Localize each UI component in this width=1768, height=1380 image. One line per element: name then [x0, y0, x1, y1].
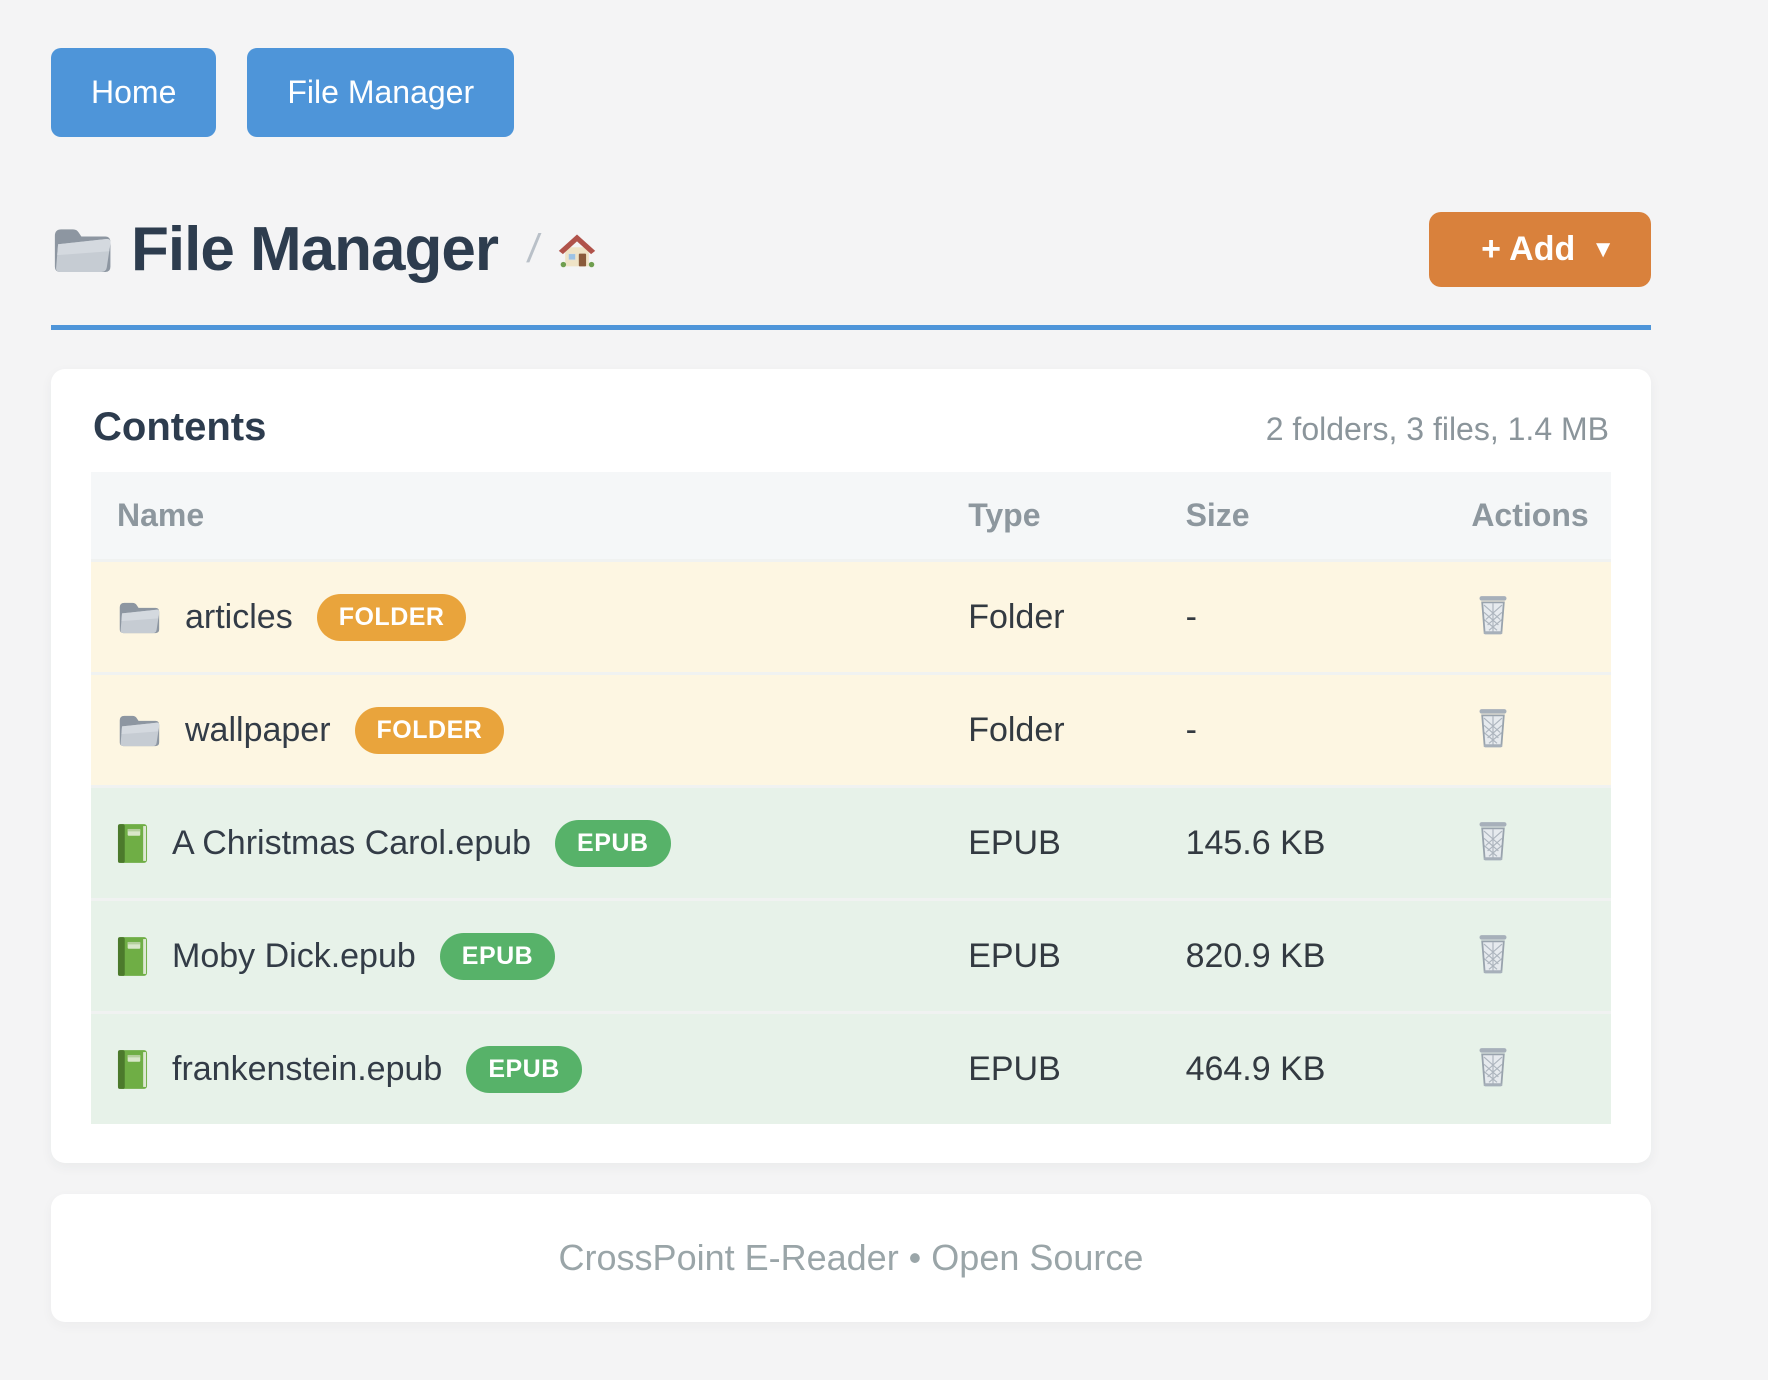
page-title: File Manager	[131, 214, 498, 285]
folder-icon	[117, 599, 161, 636]
contents-card: Contents 2 folders, 3 files, 1.4 MB Name…	[51, 369, 1651, 1163]
type-cell: Folder	[942, 561, 1159, 674]
contents-summary: 2 folders, 3 files, 1.4 MB	[1266, 411, 1609, 448]
size-cell: 464.9 KB	[1160, 1013, 1446, 1125]
table-row[interactable]: A Christmas Carol.epub EPUB EPUB 145.6 K…	[91, 787, 1611, 900]
folder-icon	[117, 712, 161, 749]
table-header-row: Name Type Size Actions	[91, 472, 1611, 561]
breadcrumb-separator: /	[525, 227, 542, 272]
size-cell: -	[1160, 561, 1446, 674]
trash-icon	[1475, 932, 1511, 976]
table-row[interactable]: frankenstein.epub EPUB EPUB 464.9 KB	[91, 1013, 1611, 1125]
title-underline	[51, 325, 1651, 330]
file-name: A Christmas Carol.epub	[172, 824, 531, 863]
page-header: File Manager / + Add ▼	[51, 207, 1651, 292]
table-row[interactable]: Moby Dick.epub EPUB EPUB 820.9 KB	[91, 900, 1611, 1013]
type-badge: FOLDER	[317, 594, 467, 641]
size-cell: -	[1160, 674, 1446, 787]
nav-file-manager-button[interactable]: File Manager	[247, 48, 514, 137]
file-manager-page: Home File Manager File Manager / + Add ▼…	[51, 0, 1651, 1322]
size-cell: 145.6 KB	[1160, 787, 1446, 900]
column-header-actions: Actions	[1445, 472, 1611, 561]
folder-icon	[51, 222, 113, 278]
breadcrumb-home-link[interactable]	[557, 231, 597, 269]
footer-text: CrossPoint E-Reader • Open Source	[559, 1237, 1144, 1278]
add-button-text: + Add	[1481, 230, 1575, 269]
delete-button[interactable]	[1471, 928, 1515, 980]
trash-icon	[1475, 819, 1511, 863]
add-button[interactable]: + Add ▼	[1429, 212, 1651, 287]
delete-button[interactable]	[1471, 702, 1515, 754]
card-header: Contents 2 folders, 3 files, 1.4 MB	[91, 405, 1611, 450]
top-nav: Home File Manager	[51, 48, 1651, 137]
type-cell: Folder	[942, 674, 1159, 787]
caret-down-icon: ▼	[1591, 238, 1615, 262]
book-icon	[117, 1049, 148, 1090]
type-badge: EPUB	[555, 820, 670, 867]
type-badge: EPUB	[440, 933, 555, 980]
type-badge: FOLDER	[355, 707, 505, 754]
table-row[interactable]: articles FOLDER Folder -	[91, 561, 1611, 674]
title-group: File Manager /	[51, 214, 597, 285]
delete-button[interactable]	[1471, 589, 1515, 641]
home-icon	[557, 231, 597, 269]
trash-icon	[1475, 593, 1511, 637]
column-header-type: Type	[942, 472, 1159, 561]
contents-title: Contents	[93, 405, 266, 450]
file-name: frankenstein.epub	[172, 1050, 442, 1089]
trash-icon	[1475, 1045, 1511, 1089]
column-header-size: Size	[1160, 472, 1446, 561]
file-table: Name Type Size Actions articles FOLDER	[91, 472, 1611, 1124]
nav-home-button[interactable]: Home	[51, 48, 216, 137]
trash-icon	[1475, 706, 1511, 750]
type-cell: EPUB	[942, 1013, 1159, 1125]
file-name: wallpaper	[185, 711, 331, 750]
delete-button[interactable]	[1471, 1041, 1515, 1093]
type-cell: EPUB	[942, 787, 1159, 900]
book-icon	[117, 936, 148, 977]
size-cell: 820.9 KB	[1160, 900, 1446, 1013]
footer: CrossPoint E-Reader • Open Source	[51, 1194, 1651, 1322]
file-name: articles	[185, 598, 293, 637]
delete-button[interactable]	[1471, 815, 1515, 867]
book-icon	[117, 823, 148, 864]
table-row[interactable]: wallpaper FOLDER Folder -	[91, 674, 1611, 787]
column-header-name: Name	[91, 472, 942, 561]
type-cell: EPUB	[942, 900, 1159, 1013]
file-name: Moby Dick.epub	[172, 937, 416, 976]
type-badge: EPUB	[466, 1046, 581, 1093]
